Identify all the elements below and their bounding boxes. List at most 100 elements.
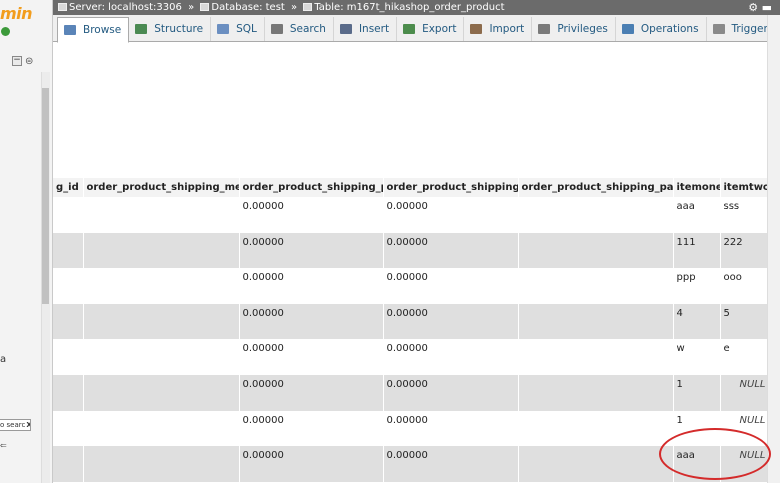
table-cell[interactable]: 0.00000 [239,446,384,482]
table-cell[interactable] [53,410,84,447]
table-cell[interactable] [83,446,240,482]
table-cell[interactable]: 4 [673,303,721,340]
table-cell[interactable]: 0.00000 [383,197,519,233]
search-icon [270,24,283,34]
tab-search[interactable]: Search [265,17,334,41]
table-cell[interactable] [83,303,240,340]
tab-export[interactable]: Export [397,17,465,41]
table-row[interactable]: 0.00000 0.00000 ppp ooo [53,268,770,304]
table-cell[interactable] [53,303,84,340]
table-cell[interactable]: 0.00000 [383,303,519,340]
table-cell[interactable]: 5 [720,303,770,340]
table-cell[interactable]: 0.00000 [239,410,384,447]
tab-label: Insert [358,23,390,35]
table-cell[interactable]: 222 [720,232,770,269]
nav-scrollbar-thumb[interactable] [42,88,49,304]
table-cell[interactable]: 0.00000 [239,268,384,304]
breadcrumb-table[interactable]: Table: m167t_hikashop_order_product [314,2,504,13]
tab-browse[interactable]: Browse [57,17,130,43]
table-cell[interactable] [53,197,84,233]
table-cell[interactable] [53,268,84,304]
table-cell[interactable] [518,232,674,269]
table-cell[interactable] [518,268,674,304]
table-cell[interactable]: 0.00000 [383,410,519,447]
minimize-icon[interactable]: ▬ [762,1,772,14]
link-icon[interactable]: ⊜ [25,56,33,67]
table-cell[interactable] [83,268,240,304]
export-icon [403,24,416,34]
table-row[interactable]: 0.00000 0.00000 4 5 [53,303,770,340]
tab-label: Search [289,23,326,35]
table-cell[interactable]: e [720,339,770,375]
table-cell[interactable]: aaa [673,197,721,233]
table-cell[interactable] [518,303,674,340]
table-row[interactable]: 0.00000 0.00000 w e [53,339,770,375]
operations-icon [621,24,634,34]
column-header-order-product-shipping-params[interactable]: order_product_shipping_params [518,178,674,197]
tab-import[interactable]: Import [464,17,533,41]
page-scrollbar[interactable] [767,15,780,483]
table-cell[interactable] [83,232,240,269]
table-cell[interactable]: w [673,339,721,375]
nav-filter-input[interactable]: o searcX [0,419,31,431]
table-row[interactable]: 0.00000 0.00000 1 NULL [53,374,770,411]
table-cell[interactable] [53,374,84,411]
table-row[interactable]: 0.00000 0.00000 1 NULL [53,410,770,447]
database-icon [200,3,210,11]
table-cell[interactable]: 111 [673,232,721,269]
table-cell[interactable] [83,374,240,411]
table-cell[interactable]: 0.00000 [239,374,384,411]
table-cell[interactable]: ppp [673,268,721,304]
table-row[interactable]: 0.00000 0.00000 111 222 [53,232,770,269]
table-cell[interactable]: 0.00000 [239,303,384,340]
column-header-order-product-shipping-price[interactable]: order_product_shipping_price [239,178,384,197]
table-cell[interactable] [518,197,674,233]
table-row[interactable]: 0.00000 0.00000 aaa sss [53,197,770,233]
column-header-order-product-shipping-method[interactable]: order_product_shipping_method [83,178,240,197]
table-cell[interactable]: ooo [720,268,770,304]
collapse-all-button[interactable]: − [12,56,22,66]
triggers-icon [712,24,725,34]
table-cell[interactable]: 0.00000 [239,339,384,375]
table-cell[interactable] [518,339,674,375]
results-table: g_idorder_product_shipping_methodorder_p… [53,178,770,482]
table-cell[interactable]: 0.00000 [383,374,519,411]
table-cell[interactable]: 0.00000 [239,197,384,233]
table-cell[interactable] [83,339,240,375]
table-cell[interactable]: 0.00000 [383,268,519,304]
table-cell[interactable] [53,232,84,269]
privileges-icon [538,24,551,34]
table-cell[interactable] [518,446,674,482]
table-cell[interactable]: sss [720,197,770,233]
server-icon [58,3,67,11]
column-header-order-product-shipping-tax[interactable]: order_product_shipping_tax [383,178,519,197]
table-cell[interactable]: 1 [673,374,721,411]
breadcrumb-database[interactable]: Database: test [211,2,284,13]
table-cell[interactable]: 0.00000 [383,339,519,375]
tab-insert[interactable]: Insert [334,17,398,41]
table-cell[interactable]: NULL [720,374,770,411]
table-cell[interactable] [518,374,674,411]
tab-privileges[interactable]: Privileges [532,17,616,41]
column-header-itemone[interactable]: itemone [673,178,721,197]
gear-icon[interactable]: ⚙ [748,1,758,14]
table-cell[interactable]: 0.00000 [239,232,384,269]
phpmyadmin-logo[interactable]: min [0,4,33,23]
table-cell[interactable]: 0.00000 [383,232,519,269]
breadcrumb-separator: » [291,2,298,13]
table-cell[interactable] [53,339,84,375]
table-cell[interactable] [83,410,240,447]
tab-sql[interactable]: SQL [211,17,265,41]
tab-operations[interactable]: Operations [616,17,707,41]
breadcrumb-server[interactable]: Server: localhost:3306 [69,2,182,13]
table-cell[interactable] [83,197,240,233]
column-header-g-id[interactable]: g_id [53,178,84,197]
nav-db-item[interactable]: a [0,354,6,365]
table-cell[interactable] [518,410,674,447]
reload-icon[interactable] [1,27,10,36]
clear-filter-button[interactable]: X [26,421,30,429]
column-header-itemtwo[interactable]: itemtwo [720,178,770,197]
table-cell[interactable]: 0.00000 [383,446,519,482]
table-cell[interactable] [53,446,84,482]
tab-structure[interactable]: Structure [129,17,212,41]
